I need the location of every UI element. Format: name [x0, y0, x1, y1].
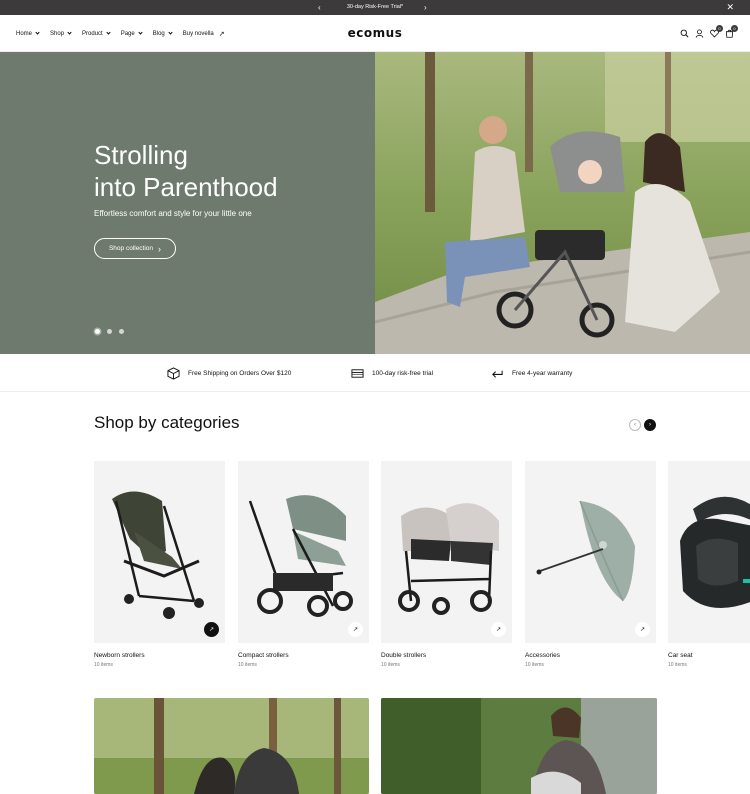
account-icon[interactable] — [695, 29, 704, 38]
feature-label: Free Shipping on Orders Over $120 — [188, 369, 292, 377]
slider-pagination — [95, 329, 124, 334]
slider-dot-1[interactable] — [95, 329, 100, 334]
feature-risk-free-trial: 100-day risk-free trial — [351, 354, 433, 392]
card-link-button[interactable]: ↗ — [635, 622, 650, 637]
button-label: Shop collection — [108, 245, 154, 252]
hero-image-family-stroller — [375, 52, 750, 354]
box-icon — [167, 366, 180, 380]
credit-card-icon — [351, 368, 364, 378]
hero-content-panel: Strolling into Parenthood Effortless com… — [0, 52, 375, 354]
site-logo[interactable]: ecomus — [0, 15, 750, 52]
card-link-button[interactable]: ↗ — [204, 622, 219, 637]
category-count: 10 items — [238, 662, 257, 668]
category-count: 10 items — [525, 662, 544, 668]
category-image: ↗ — [94, 461, 225, 643]
categories-section-title: Shop by categories — [94, 413, 240, 432]
promo-banner-park-image[interactable] — [94, 698, 369, 794]
slider-dot-2[interactable] — [107, 329, 112, 334]
card-link-button[interactable]: ↗ — [491, 622, 506, 637]
categories-carousel-controls: ‹ › — [629, 419, 656, 431]
feature-free-shipping: Free Shipping on Orders Over $120 — [167, 354, 291, 392]
category-name: Newborn strollers — [94, 652, 145, 659]
category-name: Accessories — [525, 652, 561, 659]
categories-next-button[interactable]: › — [644, 419, 656, 431]
category-image: ↗ — [381, 461, 512, 643]
feature-label: 100-day risk-free trial — [372, 369, 434, 377]
category-image: ↗ — [238, 461, 369, 643]
announcement-bar: ‹ 30-day Risk-Free Trial* › ✕ — [0, 0, 750, 15]
category-name: Compact strollers — [238, 652, 289, 659]
site-header: Home Shop Product Page Blog Buy novella ↗… — [0, 15, 750, 52]
category-card-double-strollers[interactable]: ↗ Double strollers 10 items — [381, 461, 512, 668]
category-image: ↗ — [525, 461, 656, 643]
hero-subtitle: Effortless comfort and style for your li… — [94, 209, 252, 218]
hero-slider: Strolling into Parenthood Effortless com… — [0, 52, 750, 354]
slider-dot-3[interactable] — [119, 329, 124, 334]
card-link-button[interactable]: ↗ — [348, 622, 363, 637]
shop-collection-button[interactable]: Shop collection › — [94, 238, 176, 259]
announcement-text: 30-day Risk-Free Trial* — [346, 4, 404, 10]
return-arrow-icon — [492, 370, 503, 378]
hero-title-line-2: into Parenthood — [94, 172, 278, 202]
category-count: 10 items — [94, 662, 113, 668]
header-actions: 0 0 — [680, 15, 738, 52]
chevron-right-icon: › — [158, 243, 162, 254]
wishlist-count-badge: 0 — [716, 25, 723, 32]
hero-title: Strolling into Parenthood — [94, 139, 364, 203]
announcement-next-button[interactable]: › — [424, 0, 427, 15]
categories-prev-button[interactable]: ‹ — [629, 419, 641, 431]
category-card-compact-strollers[interactable]: ↗ Compact strollers 10 items — [238, 461, 369, 668]
features-strip: Free Shipping on Orders Over $120 100-da… — [0, 354, 750, 392]
announcement-close-button[interactable]: ✕ — [726, 0, 734, 15]
category-card-newborn-strollers[interactable]: ↗ Newborn strollers 10 items — [94, 461, 225, 668]
category-image — [668, 461, 750, 643]
wishlist-icon[interactable]: 0 — [710, 25, 723, 38]
feature-label: Free 4-year warranty — [512, 369, 573, 377]
category-count: 10 items — [668, 662, 687, 668]
category-name: Double strollers — [381, 652, 427, 659]
cart-icon[interactable]: 0 — [725, 25, 738, 38]
cart-count-badge: 0 — [731, 25, 738, 32]
hero-title-line-1: Strolling — [94, 140, 188, 170]
feature-warranty: Free 4-year warranty — [491, 354, 572, 392]
category-name: Car seat — [668, 652, 693, 659]
category-card-accessories[interactable]: ↗ Accessories 10 items — [525, 461, 656, 668]
search-icon[interactable] — [680, 29, 689, 38]
promo-banner-mother-image[interactable] — [381, 698, 657, 794]
category-count: 10 items — [381, 662, 400, 668]
category-card-car-seat[interactable]: Car seat 10 items — [668, 461, 750, 668]
